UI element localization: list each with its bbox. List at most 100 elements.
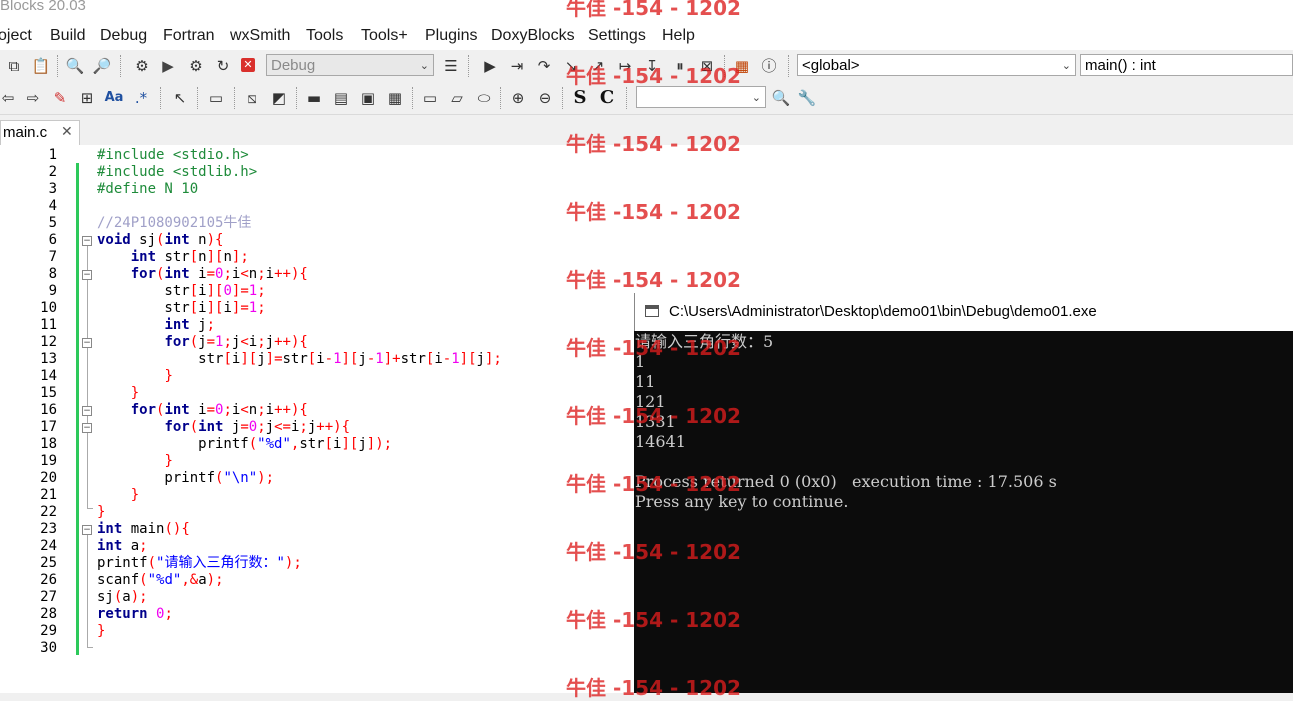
menu-debug[interactable]: Debug (100, 27, 147, 45)
for-icon[interactable]: ▣ (358, 88, 378, 108)
find-icon[interactable]: 🔍 (65, 56, 85, 76)
copy-icon[interactable]: ⧉ (4, 56, 24, 76)
fold-toggle[interactable]: − (82, 525, 92, 535)
build-target-select[interactable]: Debug ⌄ (266, 54, 434, 76)
various-info-icon[interactable]: ⓘ (759, 56, 779, 76)
highlight-icon[interactable]: ✎ (50, 88, 70, 108)
menu-fortran[interactable]: Fortran (163, 27, 215, 45)
show-target-dialog-icon[interactable]: ☰ (441, 56, 461, 76)
line-number: 25 (40, 555, 57, 571)
menu-tools-plus[interactable]: Tools+ (361, 27, 408, 45)
toolbar-separator (197, 87, 199, 109)
line-number-gutter: 1 2 3 4 5 6 7 8 9 10 11 12 13 14 15 16 1… (0, 145, 76, 693)
code-line: } (164, 368, 173, 384)
line-number: 13 (40, 351, 57, 367)
debugging-windows-icon[interactable]: ▦ (732, 56, 752, 76)
build-gear-icon[interactable]: ⚙ (132, 56, 152, 76)
debug-continue-icon[interactable]: ▶ (480, 56, 500, 76)
zoom-out-icon[interactable]: ⊖ (535, 88, 555, 108)
loop-icon[interactable]: ▬ (304, 88, 324, 108)
line-number: 23 (40, 521, 57, 537)
fold-toggle[interactable]: − (82, 236, 92, 246)
console-line: Process returned 0 (0x0) execution time … (635, 472, 1057, 491)
step-out-icon[interactable]: ↗ (588, 56, 608, 76)
window-title: Blocks 20.03 (0, 0, 86, 14)
line-number: 15 (40, 385, 57, 401)
menu-tools[interactable]: Tools (306, 27, 343, 45)
code-line: scanf("%d",&a); (97, 572, 224, 588)
return-block-icon[interactable]: ⬭ (474, 88, 494, 108)
io-icon[interactable]: ◩ (269, 88, 289, 108)
rebuild-icon[interactable]: ↻ (213, 56, 233, 76)
strip-icon[interactable]: S (570, 88, 590, 108)
switch-icon[interactable]: ▦ (385, 88, 405, 108)
next-instruction-icon[interactable]: ↦ (615, 56, 635, 76)
run-icon[interactable]: ▶ (158, 56, 178, 76)
step-into-icon[interactable]: ↘ (561, 56, 581, 76)
break-debugger-icon[interactable]: ⏸ (670, 56, 690, 76)
line-number: 5 (48, 215, 57, 231)
menu-settings[interactable]: Settings (588, 27, 646, 45)
while-icon[interactable]: ▤ (331, 88, 351, 108)
menu-project[interactable]: oject (0, 27, 32, 45)
console-window[interactable]: C:\Users\Administrator\Desktop\demo01\bi… (634, 293, 1293, 693)
zoom-in-icon[interactable]: ⊕ (508, 88, 528, 108)
fold-toggle[interactable]: − (82, 423, 92, 433)
code-line: str[i][0]=1; (97, 283, 266, 299)
scope-select[interactable]: <global> ⌄ (797, 54, 1076, 76)
decision-icon[interactable]: ⧅ (242, 88, 262, 108)
code-line: str[i][i]=1; (97, 300, 266, 316)
line-number: 17 (40, 419, 57, 435)
line-number: 27 (40, 589, 57, 605)
line-number: 14 (40, 368, 57, 384)
fold-toggle[interactable]: − (82, 406, 92, 416)
line-number: 21 (40, 487, 57, 503)
forward-arrow-icon[interactable]: ⇨ (23, 88, 43, 108)
block-rect-icon[interactable]: ▭ (206, 88, 226, 108)
console-title-bar[interactable]: C:\Users\Administrator\Desktop\demo01\bi… (634, 293, 1293, 331)
menu-wxsmith[interactable]: wxSmith (230, 27, 290, 45)
line-number: 6 (48, 232, 57, 248)
code-icon[interactable]: C (597, 88, 617, 108)
menu-doxyblocks[interactable]: DoxyBlocks (491, 27, 575, 45)
fold-guide (87, 535, 88, 647)
match-case-icon[interactable]: Aa (104, 88, 124, 108)
selection-icon[interactable]: ⊞ (77, 88, 97, 108)
menu-plugins[interactable]: Plugins (425, 27, 477, 45)
menu-help[interactable]: Help (662, 27, 695, 45)
pointer-icon[interactable]: ↖ (170, 88, 190, 108)
toolbar-separator (500, 87, 502, 109)
fold-toggle[interactable]: − (82, 270, 92, 280)
regex-icon[interactable]: .* (131, 88, 151, 108)
fold-toggle[interactable]: − (82, 338, 92, 348)
symbol-select[interactable]: main() : int (1080, 54, 1293, 76)
code-line: int a; (97, 538, 148, 554)
chevron-down-icon: ⌄ (419, 60, 429, 72)
build-target-value: Debug (271, 57, 316, 74)
toolbar-separator (296, 87, 298, 109)
tab-main-c[interactable]: main.c ✕ (0, 120, 80, 145)
next-line-icon[interactable]: ↷ (534, 56, 554, 76)
console-line: 14641 (635, 432, 686, 451)
continue-block-icon[interactable]: ▱ (447, 88, 467, 108)
close-icon[interactable]: ✕ (61, 124, 73, 140)
paste-icon[interactable]: 📋 (31, 56, 51, 76)
break-block-icon[interactable]: ▭ (420, 88, 440, 108)
back-arrow-icon[interactable]: ⇦ (0, 88, 18, 108)
line-number: 26 (40, 572, 57, 588)
abort-icon[interactable]: ✕ (241, 58, 255, 72)
build-run-icon[interactable]: ⚙ (186, 56, 206, 76)
menu-build[interactable]: Build (50, 27, 86, 45)
symbol-value: main() : int (1085, 57, 1156, 74)
replace-icon[interactable]: 🔎 (92, 56, 112, 76)
code-line: for(j=1;j<i;j++){ (164, 334, 308, 350)
chevron-down-icon: ⌄ (751, 92, 761, 104)
step-into-instruction-icon[interactable]: ↧ (642, 56, 662, 76)
search-combo[interactable]: ⌄ (636, 86, 766, 108)
settings-wrench-icon[interactable]: 🔧 (797, 88, 817, 108)
toolbar-separator (724, 55, 726, 77)
run-to-cursor-icon[interactable]: ⇥ (507, 56, 527, 76)
stop-debugger-icon[interactable]: ⊠ (697, 56, 717, 76)
line-number: 4 (48, 198, 57, 214)
search-go-icon[interactable]: 🔍 (771, 88, 791, 108)
